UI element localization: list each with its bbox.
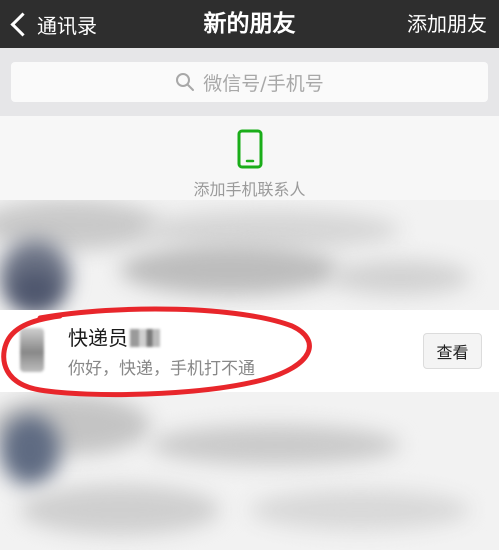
mobile-phone-icon	[237, 129, 263, 169]
blur-smear	[20, 485, 220, 535]
search-icon	[176, 73, 195, 91]
friend-request-item[interactable]: 快递员 你好，快递，手机打不通 查看	[0, 310, 499, 392]
avatar	[20, 328, 44, 372]
blur-smear	[250, 490, 470, 530]
blur-smear	[10, 270, 60, 310]
friend-name-text: 快递员	[68, 326, 128, 350]
redacted-name-mosaic	[130, 329, 160, 347]
view-button[interactable]: 查看	[423, 333, 482, 369]
add-friend-button[interactable]: 添加朋友	[407, 0, 487, 48]
search-section: 微信号/手机号	[0, 48, 499, 116]
blur-smear	[120, 245, 340, 295]
search-input[interactable]: 微信号/手机号	[11, 62, 488, 102]
friend-name: 快递员	[68, 322, 160, 351]
blur-smear	[330, 260, 470, 295]
add-phone-contacts[interactable]: 添加手机联系人	[0, 116, 499, 210]
top-navbar: 通讯录 新的朋友 添加朋友	[0, 0, 499, 48]
blur-smear	[140, 210, 400, 250]
blur-smear	[0, 415, 60, 485]
friend-message: 你好，快递，手机打不通	[68, 359, 255, 379]
blur-smear	[150, 425, 400, 465]
search-placeholder: 微信号/手机号	[203, 72, 324, 95]
add-phone-contacts-label: 添加手机联系人	[193, 180, 306, 199]
